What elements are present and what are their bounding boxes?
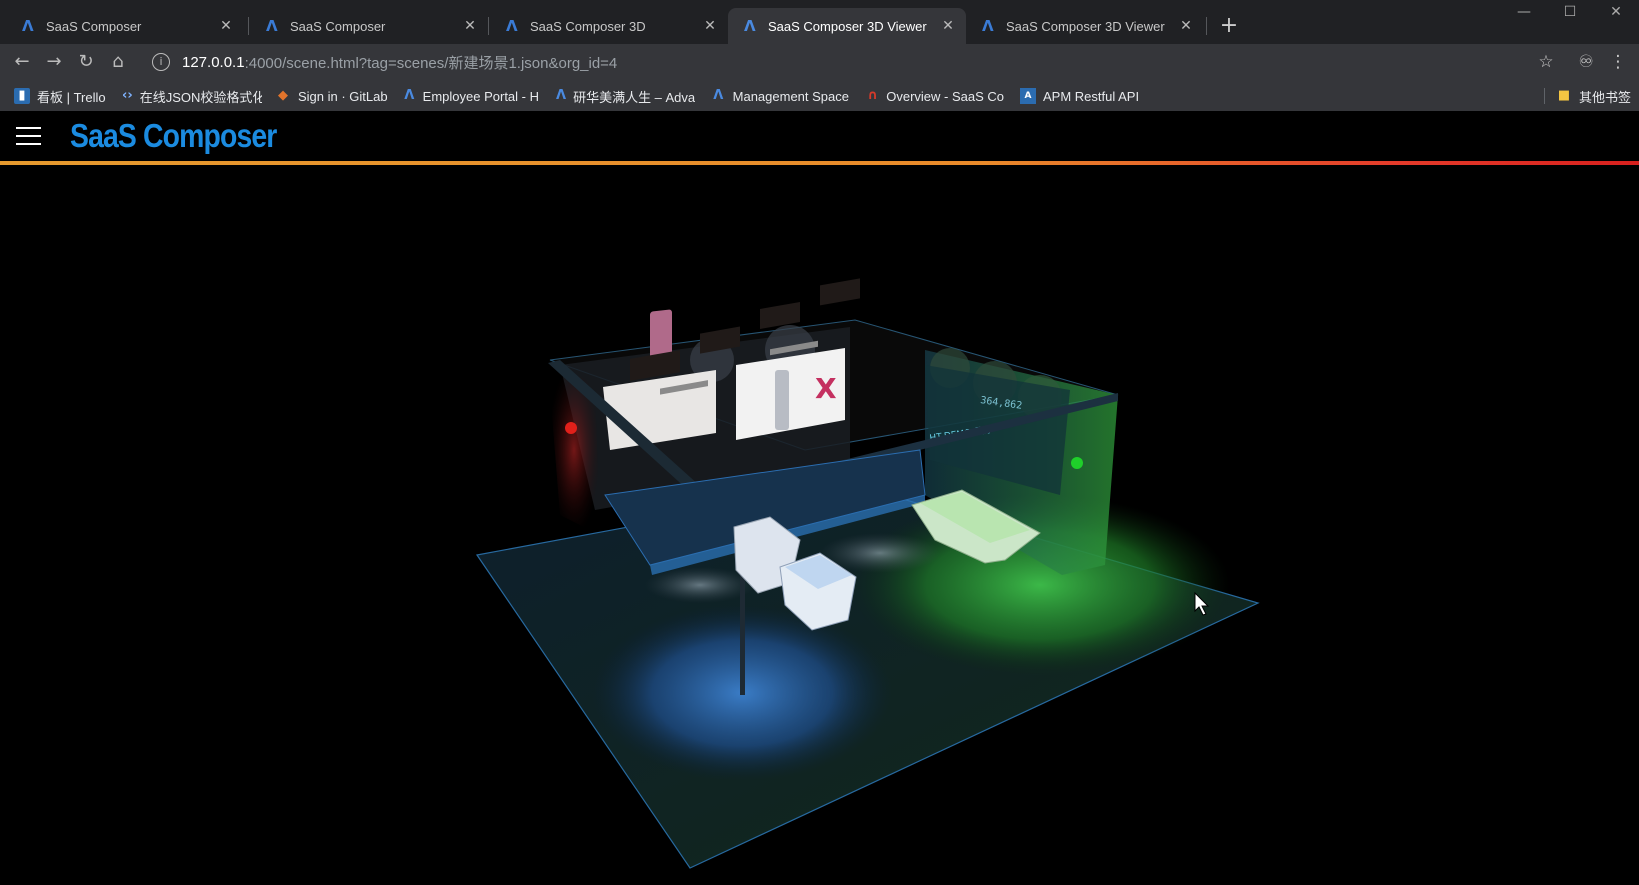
tab-strip: Λ SaaS Composer ✕ Λ SaaS Composer ✕ Λ Sa… [0,0,1639,44]
maximize-button[interactable]: ☐ [1547,4,1593,26]
menu-icon[interactable]: ⋮ [1604,48,1632,76]
bookmark-label: Employee Portal - H [422,88,539,104]
minimize-button[interactable]: — [1501,4,1547,26]
browser-toolbar: ← → ↻ ⌂ i 127.0.0.1:4000/scene.html?tag=… [0,44,1639,80]
tab-title: SaaS Composer 3D [530,18,646,34]
bookmark-star-icon[interactable]: ☆ [1532,48,1560,76]
close-icon[interactable]: ✕ [698,18,722,34]
bookmark-label: Management Space [732,88,849,104]
green-indicator-light [1071,457,1083,469]
sofa [820,278,860,306]
address-bar[interactable]: i 127.0.0.1:4000/scene.html?tag=scenes/新… [144,48,1524,76]
tab-4-active[interactable]: Λ SaaS Composer 3D Viewer ✕ [728,8,966,44]
poster-x-letter: X [815,372,837,405]
close-icon[interactable]: ✕ [1174,18,1198,34]
close-icon[interactable]: ✕ [214,18,238,34]
bookmark-item[interactable]: ‹› 在线JSON校验格式化 [122,85,262,107]
saas-logo-icon: Λ [22,17,34,35]
bookmark-item[interactable]: ∩ Overview - SaaS Co [866,85,1004,107]
url-host: 127.0.0.1 [182,53,245,71]
advantech-icon: Λ [556,88,567,103]
saas-icon: ∩ [867,88,878,103]
sofa [760,301,800,329]
3d-viewport[interactable]: X 364,862 HT-DEMO-展厅 [0,165,1639,885]
close-icon[interactable]: ✕ [936,18,960,34]
folder-icon: ■ [1557,88,1571,103]
bookmark-label: 在线JSON校验格式化 [139,89,262,105]
saas-logo-icon: Λ [266,17,278,35]
reload-button[interactable]: ↻ [72,48,100,76]
bookmark-item[interactable]: Λ 研华美满人生 – Adva [556,85,695,107]
api-icon: A [1020,88,1036,104]
bookmark-item[interactable]: ◆ Sign in · GitLab [275,85,390,107]
home-button[interactable]: ⌂ [104,48,132,76]
app-brand: SaaS Composer [70,117,277,154]
bookmarks-bar: ▮ 看板 | Trello ‹› 在线JSON校验格式化 ◆ Sign in ·… [0,80,1639,111]
tab-1[interactable]: Λ SaaS Composer ✕ [6,8,244,44]
bookmark-item[interactable]: Λ Employee Portal - H [403,85,539,107]
saas-logo-icon: Λ [982,17,994,35]
code-icon: ‹› [122,88,133,103]
bookmark-label: Sign in · GitLab [298,88,388,104]
bookmarks-separator [1544,88,1545,104]
gitlab-icon: ◆ [278,88,288,103]
forward-button[interactable]: → [40,48,68,76]
bookmark-label: 看板 | Trello [37,89,106,105]
bookmark-item[interactable]: ▮ 看板 | Trello [14,85,110,107]
close-icon[interactable]: ✕ [458,18,482,34]
saas-logo-icon: Λ [744,17,756,35]
saas-logo-icon: Λ [506,17,518,35]
tab-separator [1206,17,1207,35]
tab-separator [488,17,489,35]
bookmark-label: Overview - SaaS Co [886,88,1004,104]
close-window-button[interactable]: ✕ [1593,4,1639,26]
tab-title: SaaS Composer [290,18,386,34]
tab-2[interactable]: Λ SaaS Composer ✕ [250,8,488,44]
back-button[interactable]: ← [8,48,36,76]
browser-chrome: Λ SaaS Composer ✕ Λ SaaS Composer ✕ Λ Sa… [0,0,1639,111]
new-tab-button[interactable]: + [1215,12,1243,40]
tab-title: SaaS Composer [46,18,142,34]
hamburger-menu-icon[interactable] [16,127,41,146]
support-pole [740,560,745,695]
red-indicator-light [565,422,577,434]
info-icon[interactable]: i [152,53,170,71]
tab-separator [248,17,249,35]
url-path: :4000/scene.html?tag=scenes/新建场景1.json&o… [244,54,618,72]
bookmark-item[interactable]: A APM Restful API [1020,85,1146,107]
poster-phone-x-graphic [775,370,789,430]
bookmark-label: 研华美满人生 – Adva [573,89,695,105]
advantech-icon: Λ [404,88,415,103]
bookmark-item[interactable]: Λ Management Space [711,85,849,107]
app-header: SaaS Composer [0,111,1639,161]
3d-scene[interactable]: X 364,862 HT-DEMO-展厅 [0,165,1639,885]
tab-title: SaaS Composer 3D Viewer [1006,18,1165,34]
extension-icon[interactable]: ♾ [1572,48,1600,76]
trello-icon: ▮ [14,88,30,104]
tab-title: SaaS Composer 3D Viewer [768,18,927,34]
other-bookmarks[interactable]: ■ 其他书签 [1556,85,1636,107]
advantech-icon: Λ [713,88,724,103]
tab-5[interactable]: Λ SaaS Composer 3D Viewer ✕ [966,8,1204,44]
tab-3[interactable]: Λ SaaS Composer 3D ✕ [490,8,728,44]
other-bookmarks-label: 其他书签 [1579,89,1632,105]
bookmark-label: APM Restful API [1043,88,1140,104]
